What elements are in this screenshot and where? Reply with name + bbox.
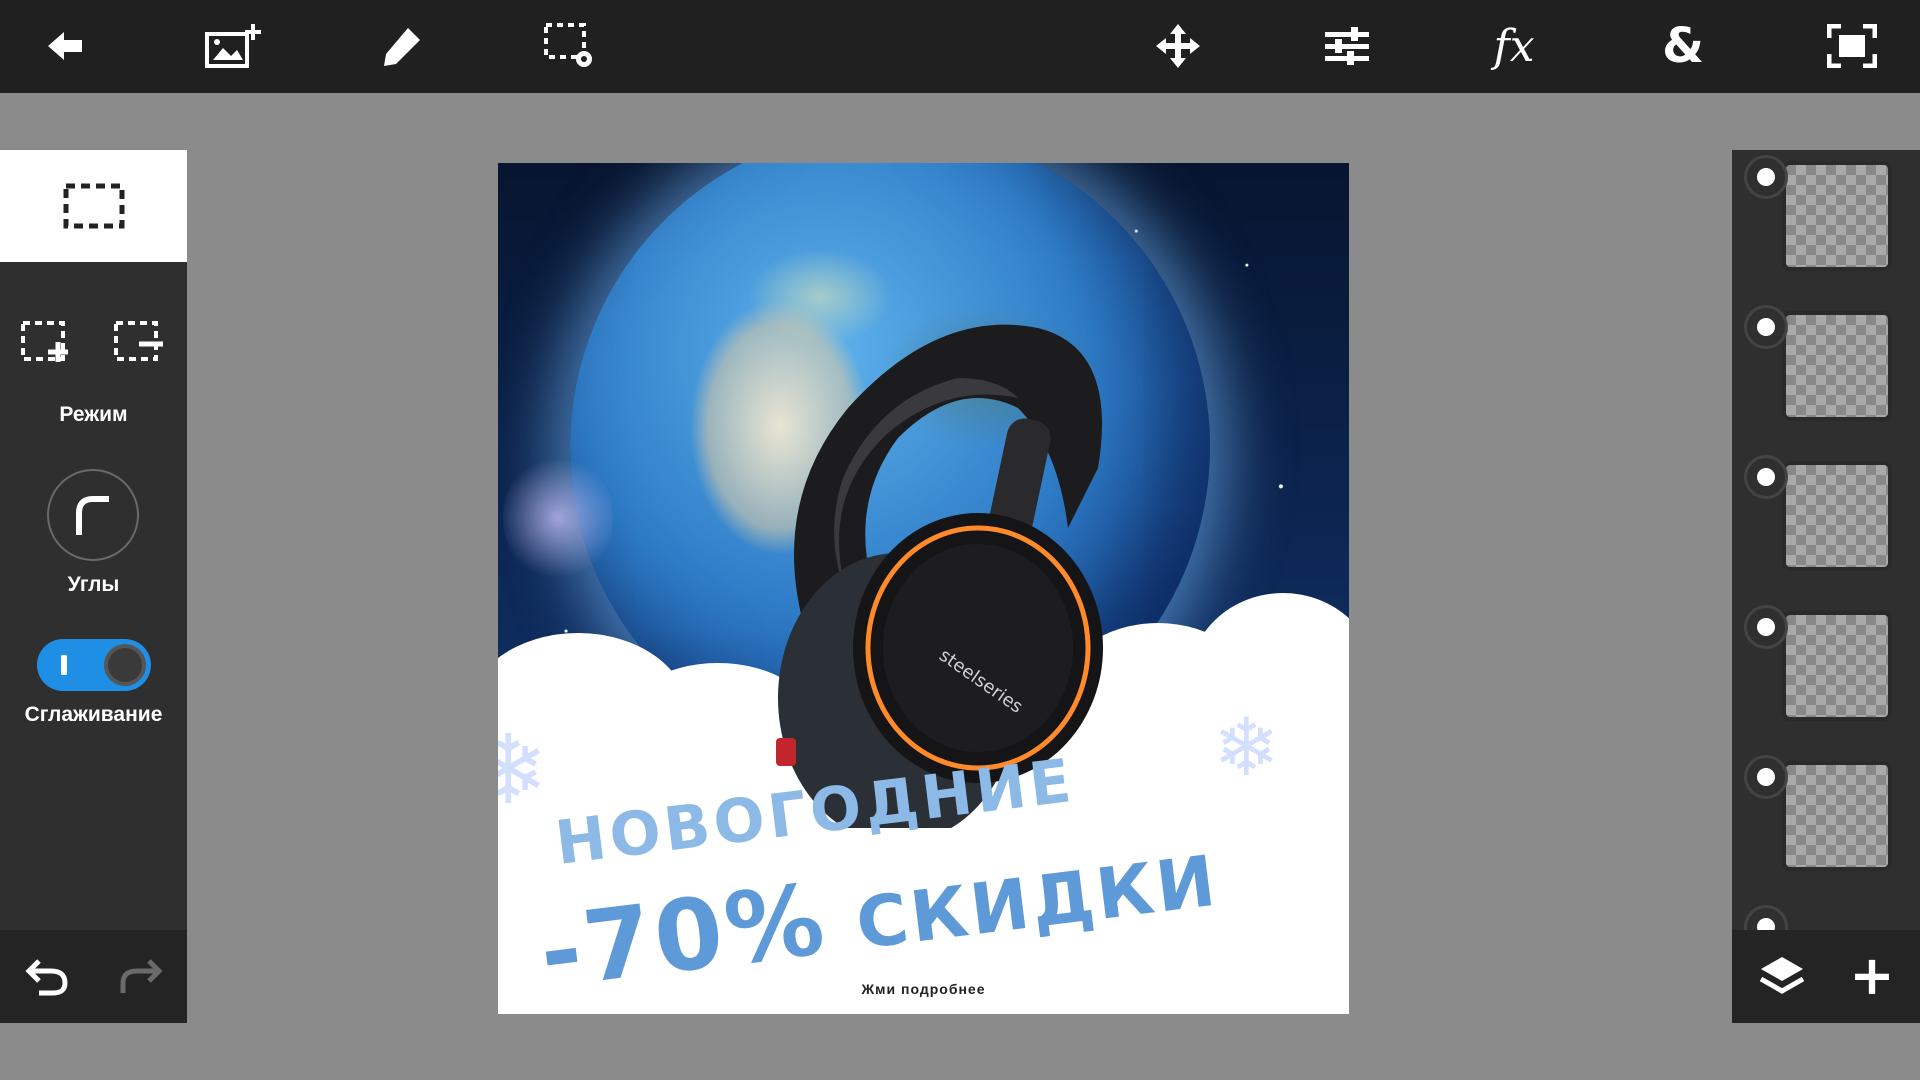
artboard-canvas[interactable]: steelseries ❄ ❄ НОВОГОДНИЕ -70% СКИДКИ Жм… <box>498 163 1349 1014</box>
layer-item[interactable] <box>1744 155 1904 279</box>
layers-toolbar: + <box>1732 930 1920 1023</box>
selection-settings-icon[interactable] <box>538 14 602 78</box>
antialias-toggle[interactable] <box>37 639 151 691</box>
layer-item[interactable] <box>1744 455 1904 579</box>
redo-icon[interactable] <box>110 946 170 1006</box>
move-icon[interactable] <box>1146 14 1210 78</box>
fx-icon[interactable]: fx <box>1482 14 1546 78</box>
plus-icon: + <box>1849 944 1895 1007</box>
layer-thumbnail <box>1786 315 1888 417</box>
snowflake-right-icon: ❄ <box>1213 703 1281 792</box>
snowflake-left-icon: ❄ <box>498 717 549 824</box>
back-arrow-icon[interactable] <box>34 14 98 78</box>
cta-text: Жми подробнее <box>861 981 986 997</box>
corners-button[interactable] <box>47 469 139 561</box>
layer-thumbnail <box>1786 165 1888 267</box>
fullscreen-icon[interactable] <box>1820 14 1884 78</box>
selection-subtract-icon[interactable] <box>113 320 165 372</box>
brush-icon[interactable] <box>370 14 434 78</box>
layer-visibility-radio[interactable] <box>1744 905 1788 930</box>
add-layer-button[interactable]: + <box>1840 944 1904 1008</box>
antialias-label: Сглаживание <box>24 703 163 726</box>
rect-select-tool[interactable] <box>0 150 187 262</box>
selection-add-icon[interactable] <box>20 320 72 372</box>
layer-visibility-radio[interactable] <box>1744 755 1788 799</box>
top-toolbar: fx & <box>0 0 1920 93</box>
layer-item[interactable] <box>1744 305 1904 429</box>
undo-icon[interactable] <box>18 946 78 1006</box>
toggle-knob <box>104 644 146 686</box>
layer-thumbnail <box>1786 615 1888 717</box>
selection-options-panel: Режим Углы Сглаживание <box>0 150 187 1023</box>
mode-row <box>0 320 187 376</box>
layer-thumbnail <box>1786 465 1888 567</box>
add-image-icon[interactable] <box>201 14 265 78</box>
layer-visibility-radio[interactable] <box>1744 155 1788 199</box>
mode-label: Режим <box>59 403 128 426</box>
layer-item-partial[interactable] <box>1744 905 1904 930</box>
layer-visibility-radio[interactable] <box>1744 305 1788 349</box>
toggle-on-indicator <box>61 655 67 675</box>
blend-icon[interactable]: & <box>1651 14 1715 78</box>
layer-item[interactable] <box>1744 755 1904 879</box>
undo-redo-bar <box>0 930 187 1023</box>
corners-label: Углы <box>67 573 120 596</box>
planet-glow <box>503 453 613 583</box>
layers-icon[interactable] <box>1750 944 1814 1008</box>
rect-select-icon <box>63 183 124 229</box>
adjustments-icon[interactable] <box>1315 14 1379 78</box>
layer-item[interactable] <box>1744 605 1904 729</box>
layer-visibility-radio[interactable] <box>1744 455 1788 499</box>
layer-visibility-radio[interactable] <box>1744 605 1788 649</box>
layers-panel: + <box>1732 150 1920 1023</box>
headset-image: steelseries <box>776 324 1103 828</box>
layer-thumbnail <box>1786 765 1888 867</box>
rounded-corner-icon <box>76 496 109 535</box>
